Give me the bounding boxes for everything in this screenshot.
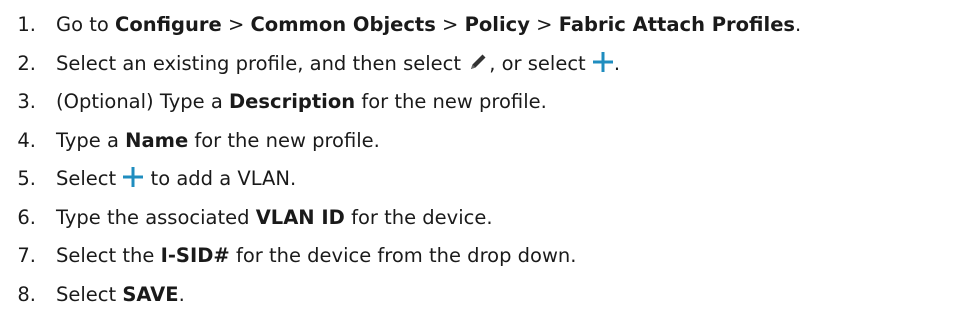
field-vlan-id: VLAN ID bbox=[255, 205, 345, 229]
step-text: Select bbox=[56, 167, 123, 190]
step-6: 6. Type the associated VLAN ID for the de… bbox=[0, 199, 974, 238]
step-number: 5. bbox=[17, 167, 36, 190]
field-name: Name bbox=[125, 128, 189, 152]
step-text: Select bbox=[56, 282, 123, 306]
step-2: 2. Select an existing profile, and then s… bbox=[0, 45, 974, 84]
step-text: Go to bbox=[56, 13, 116, 36]
step-3: 3. (Optional) Type a Description for the … bbox=[0, 83, 974, 122]
step-number: 2. bbox=[17, 51, 36, 75]
step-text: , or select bbox=[489, 51, 592, 75]
step-text: . bbox=[178, 282, 185, 306]
step-7: 7. Select the I-SID# for the device from … bbox=[0, 237, 974, 276]
step-text: . bbox=[795, 13, 802, 36]
plus-icon bbox=[592, 48, 614, 86]
step-text: for the new profile. bbox=[188, 128, 380, 152]
step-text: Type the associated bbox=[56, 205, 256, 229]
step-number: 3. bbox=[17, 90, 36, 113]
step-text: Type a bbox=[56, 128, 126, 152]
step-text: for the device. bbox=[344, 205, 493, 229]
step-text: for the device from the drop down. bbox=[229, 244, 577, 267]
procedure-steps: 1. Go to Configure > Common Objects > Pol… bbox=[0, 0, 974, 314]
breadcrumb-separator: > bbox=[529, 13, 559, 36]
step-text: Select the bbox=[56, 244, 161, 267]
step-number: 7. bbox=[17, 244, 36, 267]
breadcrumb-separator: > bbox=[221, 13, 251, 36]
step-4: 4. Type a Name for the new profile. bbox=[0, 122, 974, 161]
plus-icon bbox=[122, 163, 144, 201]
step-text: for the new profile. bbox=[355, 90, 547, 113]
step-text: Select an existing profile, and then sel… bbox=[56, 51, 468, 75]
menu-policy: Policy bbox=[464, 13, 530, 36]
menu-configure: Configure bbox=[115, 13, 222, 36]
step-8: 8. Select SAVE. bbox=[0, 276, 974, 315]
step-number: 4. bbox=[17, 128, 36, 152]
breadcrumb-separator: > bbox=[435, 13, 465, 36]
step-1: 1. Go to Configure > Common Objects > Pol… bbox=[0, 6, 974, 45]
step-number: 1. bbox=[17, 13, 36, 36]
save-label: SAVE bbox=[122, 282, 179, 306]
field-isid: I-SID# bbox=[160, 244, 230, 267]
field-description: Description bbox=[229, 90, 356, 113]
step-text: to add a VLAN. bbox=[144, 167, 297, 190]
step-text: . bbox=[613, 51, 621, 75]
step-5: 5. Select to add a VLAN. bbox=[0, 160, 974, 199]
step-number: 8. bbox=[17, 282, 36, 306]
step-number: 6. bbox=[17, 205, 36, 229]
menu-common-objects: Common Objects bbox=[250, 13, 436, 36]
pencil-icon bbox=[467, 48, 489, 86]
menu-fabric-attach-profiles: Fabric Attach Profiles bbox=[558, 13, 796, 36]
step-text: (Optional) Type a bbox=[56, 90, 229, 113]
